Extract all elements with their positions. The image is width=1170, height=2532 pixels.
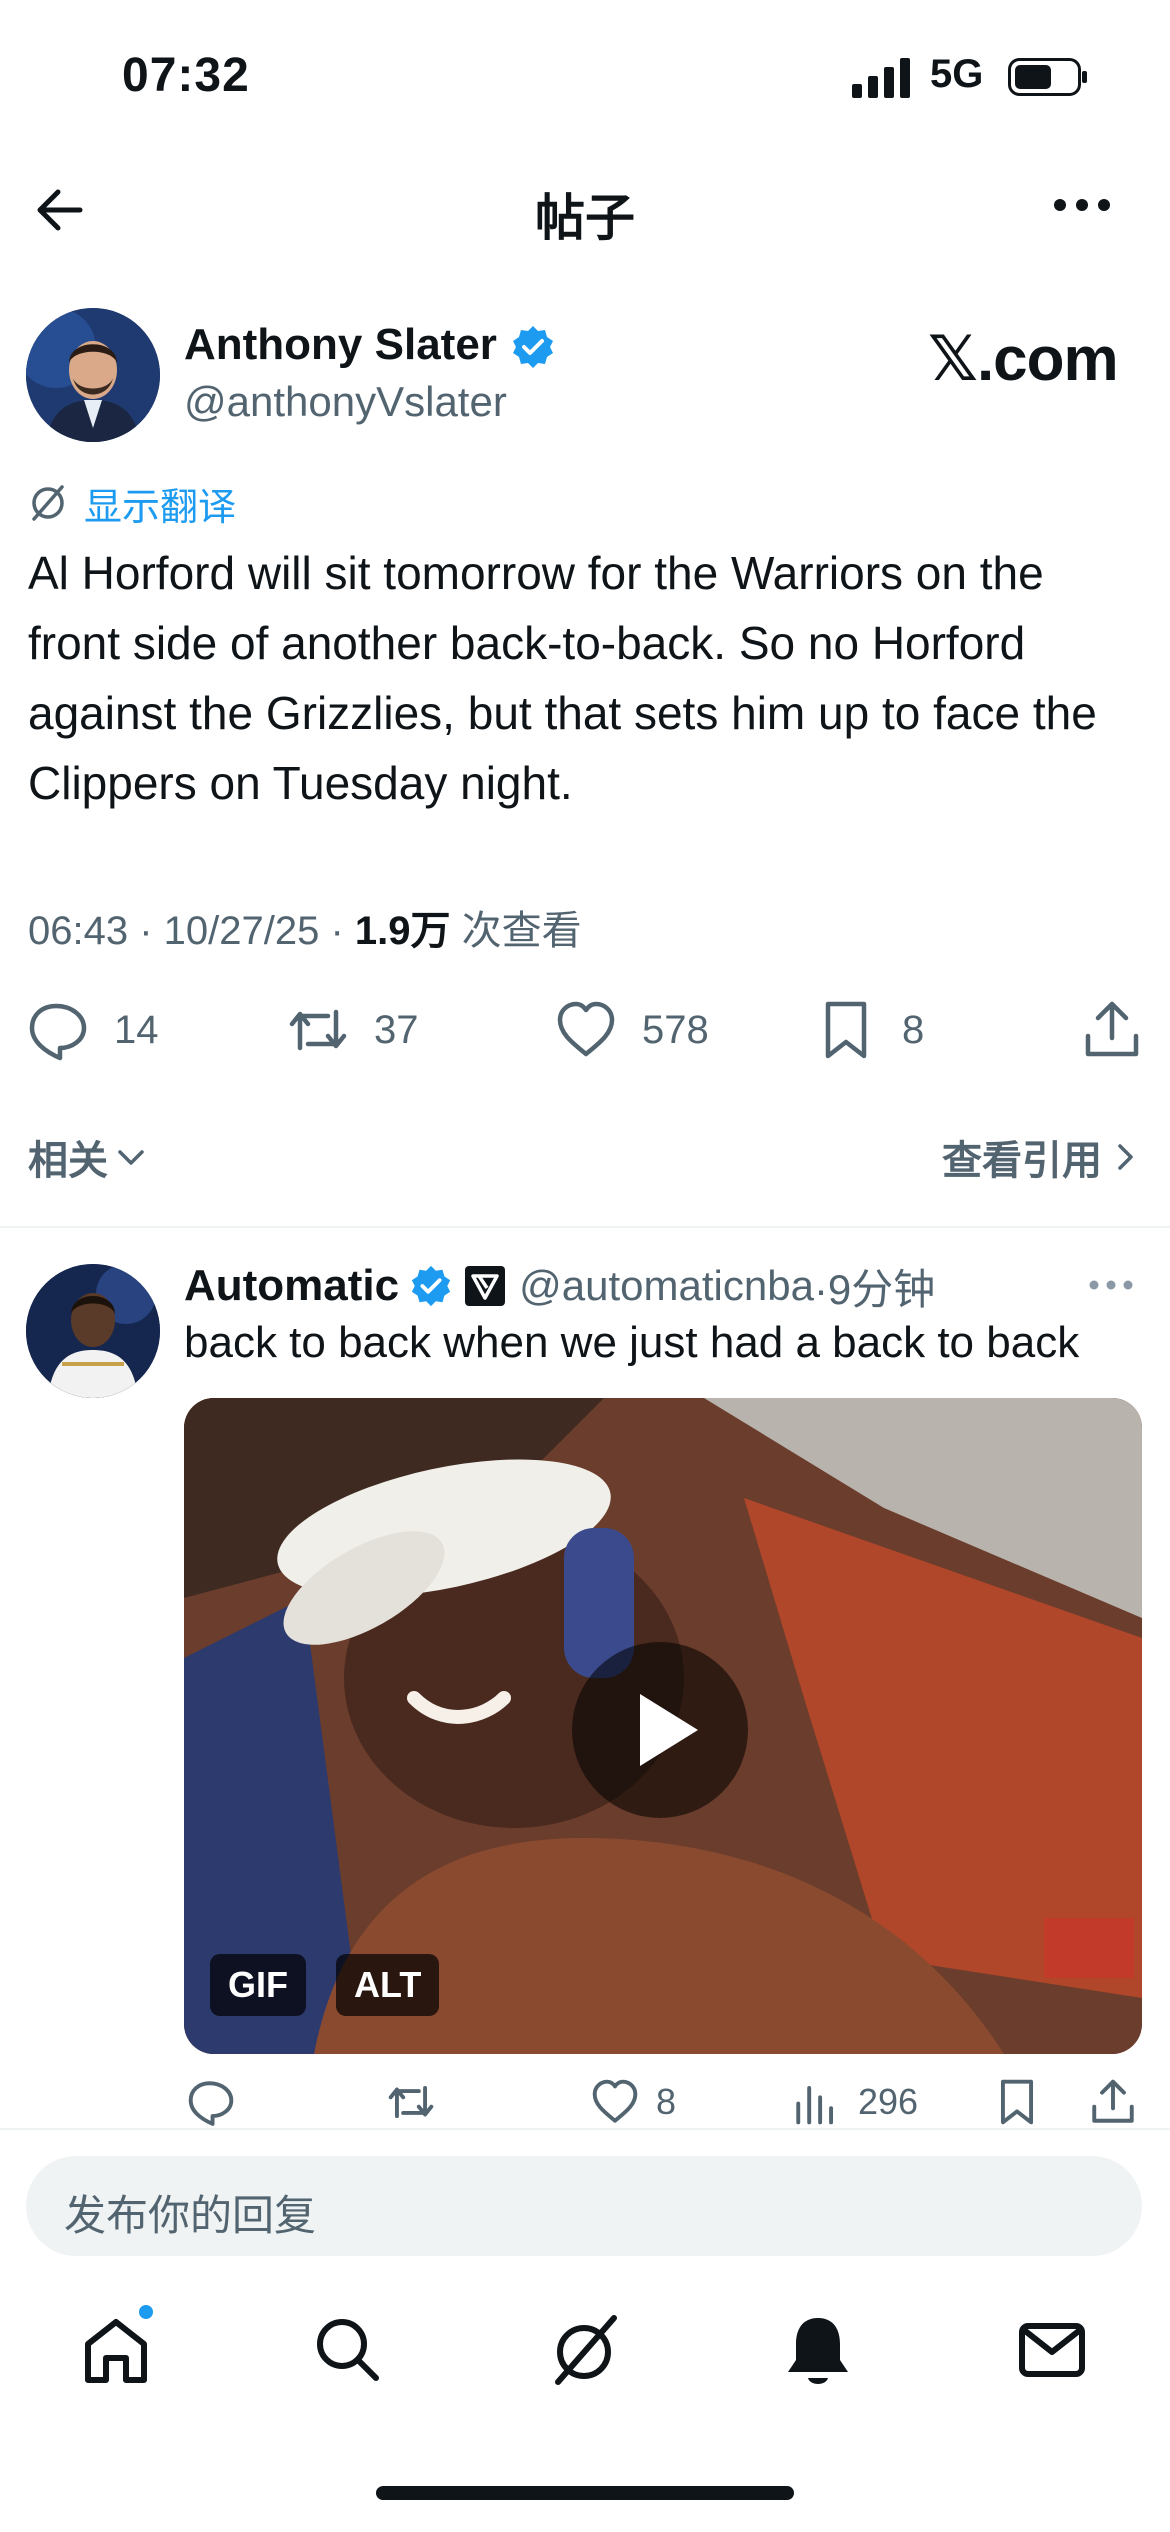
view-label: 次查看 [450, 909, 582, 953]
translate-label: 显示翻译 [84, 486, 237, 529]
reply-button[interactable]: 14 [26, 990, 159, 1070]
post-header: 帖子 [0, 150, 1170, 270]
bookmark-count: 8 [902, 1007, 925, 1052]
bookmark-icon [825, 1001, 867, 1059]
reply-actions: 8 296 [0, 2072, 1170, 2132]
notification-dot [136, 2302, 156, 2322]
home-icon [85, 2319, 147, 2383]
tab-messages[interactable] [1012, 2310, 1092, 2390]
play-icon [640, 1694, 698, 1766]
status-time: 07:32 [122, 49, 250, 102]
grok-icon [555, 2315, 617, 2385]
reply-repost-button[interactable] [386, 2072, 436, 2132]
verified-icon [411, 1265, 451, 1307]
tweet-text: Al Horford will sit tomorrow for the War… [28, 547, 1097, 809]
related-row: 相关 查看引用 [0, 1118, 1170, 1188]
translate-icon [32, 485, 64, 521]
more-icon[interactable] [1052, 195, 1112, 215]
verified-icon [513, 326, 553, 368]
source-logo: 𝕏.com [928, 325, 1119, 394]
status-bar: 07:32 5G [0, 0, 1170, 150]
related-label: 相关 [28, 1139, 108, 1183]
views-icon [796, 2085, 834, 2125]
like-icon [557, 1001, 615, 1057]
related-toggle[interactable]: 相关 [28, 1128, 148, 1186]
reply-time: ·9分钟 [813, 1265, 936, 1313]
tweet-meta: 06:43 · 10/27/25 · 1.9万 次查看 [28, 898, 582, 956]
reply-reply-button[interactable] [186, 2072, 236, 2132]
page-title: 帖子 [535, 190, 635, 246]
affiliate-badge-icon [465, 1266, 506, 1306]
reply-like-button[interactable]: 8 [590, 2072, 676, 2132]
repost-icon [289, 1009, 347, 1051]
tab-home[interactable] [76, 2302, 156, 2390]
bookmark-button[interactable]: 8 [814, 990, 924, 1070]
reply-view-count: 296 [858, 2081, 919, 2122]
repost-count: 37 [374, 1007, 419, 1052]
share-icon [1092, 2079, 1134, 2123]
reply-composer-bar: 发布你的回复 [0, 2128, 1170, 2278]
reply-share-button[interactable] [1088, 2072, 1138, 2132]
signal-icon [852, 58, 910, 98]
chevron-right-icon [1118, 1144, 1133, 1170]
reply-input-placeholder: 发布你的回复 [64, 2192, 317, 2239]
repost-icon [388, 2085, 434, 2119]
reply-avatar[interactable] [26, 1264, 160, 1398]
reply-like-count: 8 [656, 2081, 677, 2122]
share-button[interactable] [1080, 990, 1144, 1070]
reply-input[interactable]: 发布你的回复 [26, 2156, 1142, 2256]
alt-badge[interactable]: ALT [336, 1954, 440, 2016]
reply-icon [29, 1003, 87, 1061]
like-icon [592, 2079, 638, 2123]
like-count: 578 [642, 1007, 709, 1052]
divider [0, 1226, 1170, 1228]
tweet-timestamp: 06:43 · 10/27/25 · [28, 909, 355, 953]
reply-more-icon[interactable] [1088, 1278, 1134, 1292]
mail-icon [1019, 2323, 1085, 2377]
tab-notifications[interactable] [778, 2310, 858, 2390]
gif-badge: GIF [210, 1954, 306, 2016]
reply-author-handle[interactable]: @automaticnba [519, 1262, 814, 1310]
bottom-tab-bar [0, 2290, 1170, 2420]
translate-button[interactable]: 显示翻译 [26, 478, 237, 529]
view-count: 1.9万 [354, 909, 451, 953]
tab-search[interactable] [308, 2310, 388, 2390]
tab-grok[interactable] [544, 2310, 624, 2390]
reply-text: back to back when we just had a back to … [184, 1318, 1080, 1367]
chevron-down-icon [118, 1150, 144, 1165]
view-quotes-link[interactable]: 查看引用 [942, 1128, 1142, 1186]
reply-views-button[interactable]: 296 [792, 2072, 918, 2132]
share-icon [1085, 1001, 1139, 1057]
search-icon [317, 2319, 379, 2381]
author-avatar[interactable] [26, 308, 160, 442]
author-name[interactable]: Anthony Slater [184, 320, 497, 370]
reply-author-name[interactable]: Automatic [184, 1261, 399, 1311]
reply-header: Automatic @automaticnba ·9分钟 [184, 1256, 935, 1316]
network-label: 5G [930, 52, 984, 96]
author-handle[interactable]: @anthonyVslater [184, 378, 507, 426]
like-button[interactable]: 578 [554, 990, 709, 1070]
battery-icon [1008, 58, 1087, 96]
tweet-actions: 14 37 578 8 [0, 990, 1170, 1070]
play-button[interactable] [572, 1642, 748, 1818]
bell-icon [788, 2318, 848, 2384]
repost-button[interactable]: 37 [286, 990, 419, 1070]
bookmark-icon [1000, 2079, 1034, 2125]
view-quotes-label: 查看引用 [942, 1139, 1102, 1183]
home-indicator [376, 2486, 794, 2500]
reply-icon [188, 2081, 234, 2126]
reply-bookmark-button[interactable] [992, 2072, 1042, 2132]
reply-count: 14 [114, 1007, 159, 1052]
reply-media-gif[interactable]: GIF ALT [184, 1398, 1142, 2054]
